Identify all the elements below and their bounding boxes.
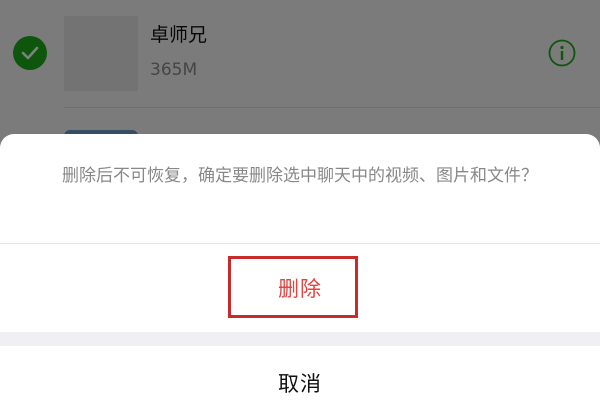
action-sheet-message: 删除后不可恢复，确定要删除选中聊天中的视频、图片和文件？ (62, 166, 538, 186)
action-sheet: 删除后不可恢复，确定要删除选中聊天中的视频、图片和文件？ 删除 取消 (0, 134, 600, 400)
cancel-button[interactable]: 取消 (0, 346, 600, 400)
cancel-button-label: 取消 (278, 372, 322, 396)
section-gap (0, 332, 600, 346)
screen: 卓师兄 365M 删除后不可恢复，确定要删除选中聊天中的视频、图片和文件？ 删除… (0, 0, 600, 400)
highlight-box (228, 256, 358, 318)
